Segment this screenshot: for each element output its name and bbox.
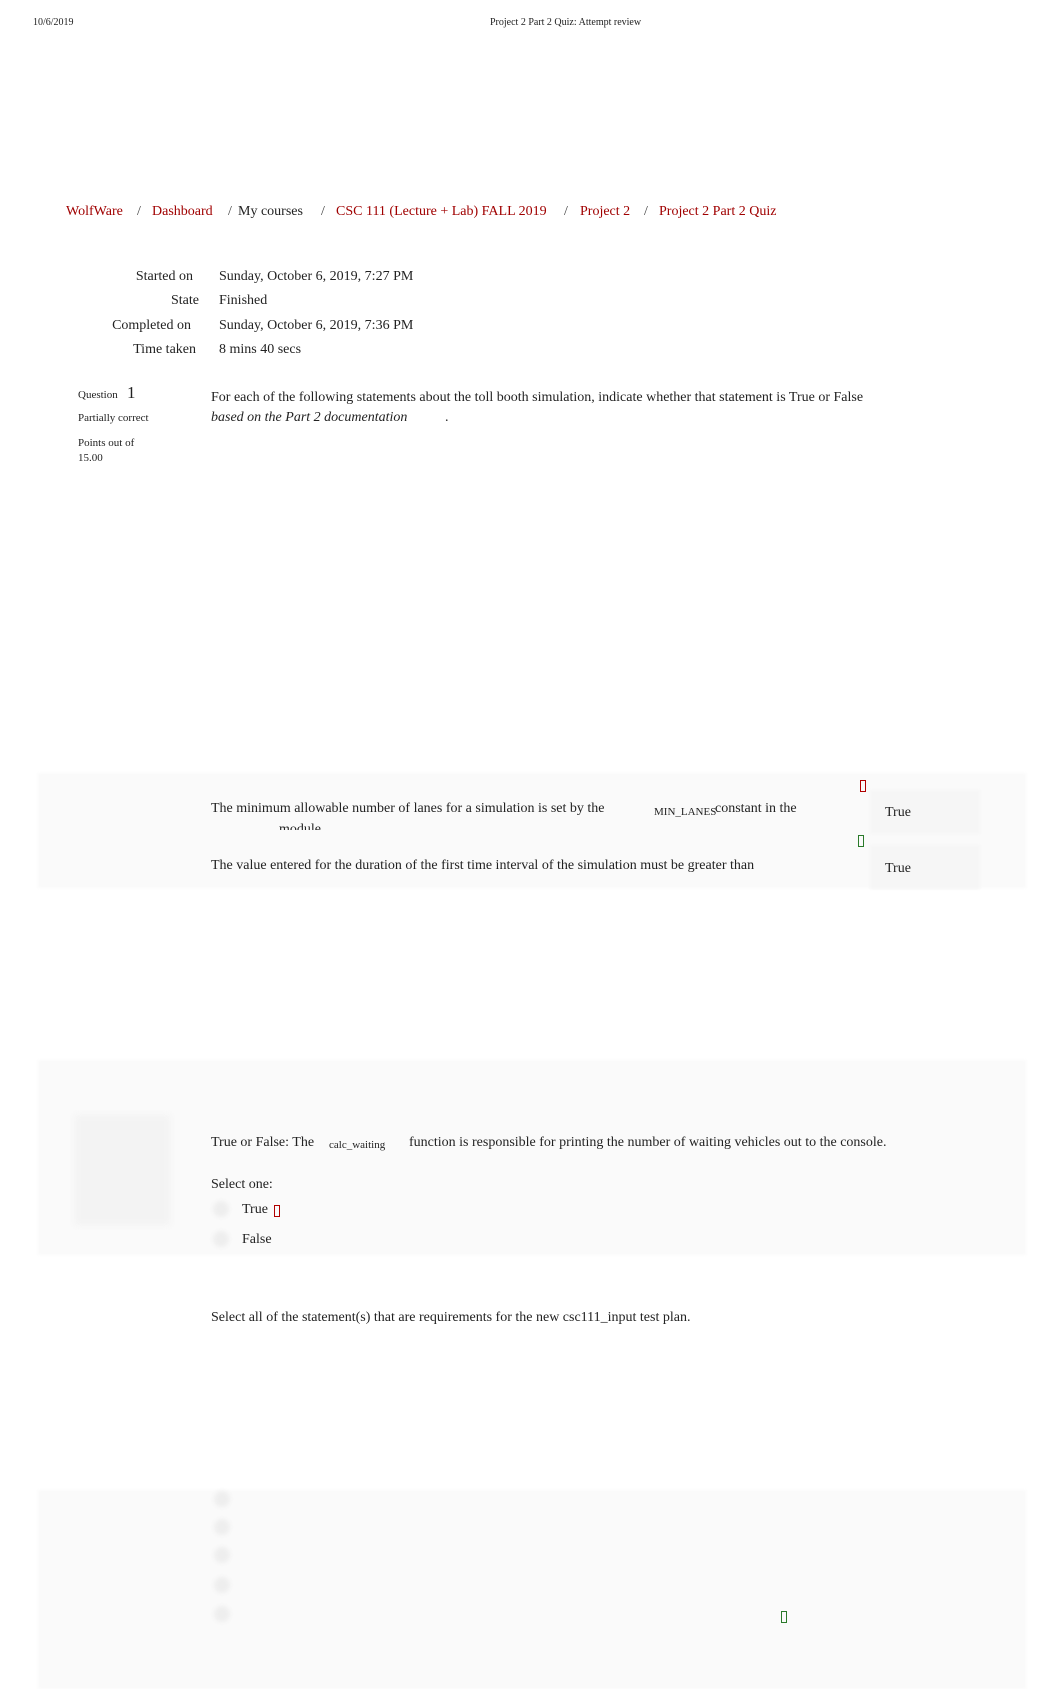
statement-text: The value entered for the duration of th… [211, 858, 755, 873]
statement-text: The minimum allowable number of lanes fo… [211, 801, 605, 816]
summary-label: Completed on [112, 318, 191, 333]
question-text: True or False: The [211, 1135, 315, 1150]
statement-code: MIN_LANES [654, 806, 717, 818]
print-title: Project 2 Part 2 Quiz: Attempt review [490, 17, 642, 28]
breadcrumb-quiz[interactable]: Project 2 Part 2 Quiz [659, 204, 776, 220]
print-date: 10/6/2019 [33, 17, 74, 28]
breadcrumb-separator: / [321, 204, 325, 219]
question-code: calc_waiting [329, 1139, 386, 1151]
statement-text: constant in the [715, 801, 797, 816]
radio-true[interactable] [213, 1201, 229, 1217]
option-false-label[interactable]: False [242, 1232, 272, 1248]
question-points-label: Points out of [78, 437, 135, 449]
question-label: Question [78, 389, 118, 401]
breadcrumb-project2[interactable]: Project 2 [580, 204, 630, 220]
incorrect-icon [860, 779, 866, 797]
breadcrumb-separator: / [228, 204, 232, 219]
question-number: 1 [127, 383, 136, 402]
answer-value[interactable]: True [885, 805, 911, 821]
question-1-prompt-emphasis: based on the Part 2 documentation [211, 410, 408, 425]
summary-label: Started on [135, 269, 193, 284]
summary-value: 8 mins 40 secs [219, 342, 302, 357]
quiz-review-page: 10/6/2019 Project 2 Part 2 Quiz: Attempt… [0, 0, 1062, 1689]
question-points-value: 15.00 [78, 452, 103, 462]
summary-value: Sunday, October 6, 2019, 7:27 PM [219, 269, 414, 284]
option-true-label[interactable]: True [242, 1202, 268, 1218]
checkbox[interactable] [214, 1577, 230, 1593]
radio-false[interactable] [213, 1231, 229, 1247]
breadcrumb-separator: / [644, 204, 648, 219]
checkbox[interactable] [214, 1547, 230, 1563]
question-multi-prompt: Select all of the statement(s) that are … [211, 1310, 691, 1325]
correct-icon [858, 834, 864, 852]
question-1-prompt: For each of the following statements abo… [211, 390, 864, 405]
blurred-region [38, 1060, 1026, 1255]
breadcrumb-separator: / [564, 204, 568, 219]
checkbox[interactable] [214, 1606, 230, 1622]
summary-label: Time taken [133, 342, 196, 357]
select-one-label: Select one: [211, 1177, 273, 1192]
breadcrumb-dashboard[interactable]: Dashboard [152, 204, 213, 220]
summary-value: Finished [219, 293, 268, 308]
question-info-blurred [75, 1115, 170, 1225]
summary-value: Sunday, October 6, 2019, 7:36 PM [219, 318, 414, 333]
answer-value[interactable]: True [885, 861, 911, 877]
checkbox[interactable] [214, 1519, 230, 1535]
breadcrumb-my-courses: My courses [238, 204, 303, 219]
blurred-region [38, 1490, 1026, 1689]
breadcrumb-course[interactable]: CSC 111 (Lecture + Lab) FALL 2019 [336, 204, 547, 220]
statement-text: module [279, 822, 321, 830]
correct-icon [781, 1610, 787, 1628]
question-1-prompt-end: . [445, 410, 449, 425]
breadcrumb-wolfware[interactable]: WolfWare [66, 204, 123, 220]
breadcrumb-separator: / [137, 204, 141, 219]
question-text: function is responsible for printing the… [409, 1135, 887, 1150]
incorrect-icon [274, 1204, 280, 1222]
summary-label: State [171, 293, 199, 308]
question-status: Partially correct [78, 412, 149, 424]
checkbox[interactable] [214, 1491, 230, 1507]
